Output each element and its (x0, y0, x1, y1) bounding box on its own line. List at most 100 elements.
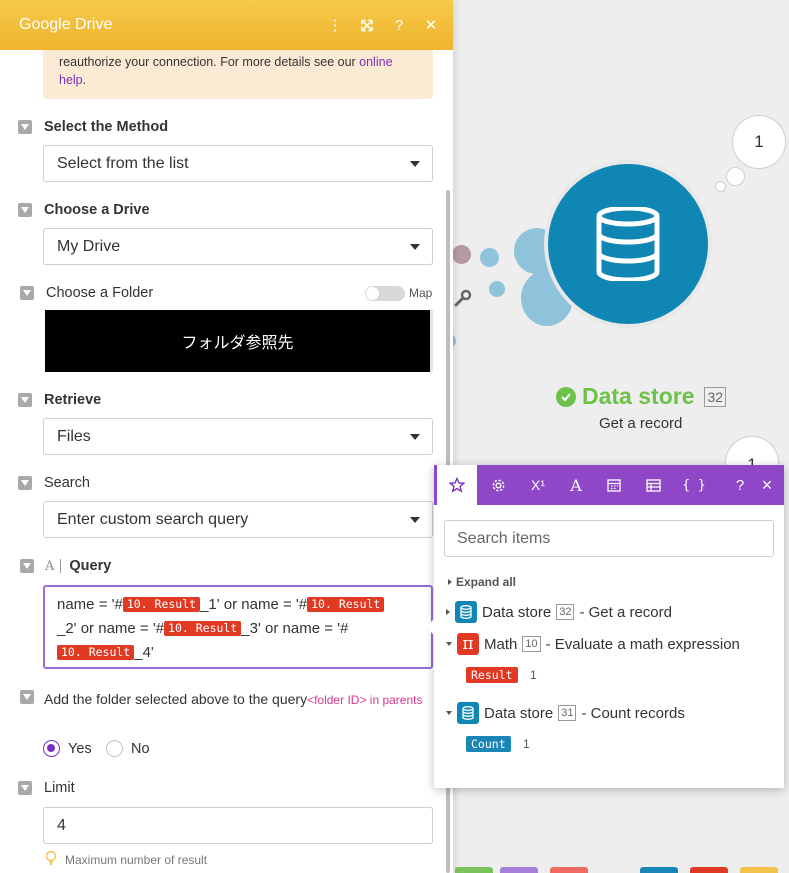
result-value: 1 (530, 668, 537, 682)
mapped-value-pill[interactable]: 10. Result (122, 597, 201, 612)
query-input[interactable]: name = '# 10. Result _1' or name = '# 10. R… (43, 585, 433, 669)
superscript-tab[interactable]: X¹ (518, 465, 558, 505)
yes-radio[interactable] (43, 740, 60, 757)
connector-dot (480, 248, 499, 267)
add-folder-hint: <folder ID> in parents (307, 693, 423, 707)
mapped-value-pill[interactable]: 10. Result (57, 645, 135, 660)
star-tab[interactable] (437, 465, 477, 505)
toolbar-chip[interactable] (640, 867, 678, 873)
add-folder-text: Add the folder selected above to the que… (44, 691, 308, 707)
limit-input[interactable]: 4 (43, 807, 433, 844)
mapping-item-datastore-31[interactable]: Data store 31 - Count records (446, 702, 685, 724)
yes-label[interactable]: Yes (68, 741, 92, 757)
collapse-toggle-query[interactable] (20, 559, 34, 573)
folder-picker[interactable]: フォルダ参照先 (45, 310, 430, 372)
table-tab[interactable] (634, 465, 672, 505)
collapse-toggle-method[interactable] (18, 120, 32, 134)
limit-label: Limit (44, 780, 75, 796)
collapse-toggle-add-folder[interactable] (20, 690, 34, 704)
limit-help: Maximum number of result (45, 850, 207, 868)
expand-all-label: Expand all (456, 575, 517, 589)
no-label[interactable]: No (131, 741, 150, 757)
module-subtitle: Get a record (599, 415, 683, 432)
notice-end: . (82, 73, 87, 87)
search-value: Enter custom search query (57, 510, 249, 528)
toolbar-chip[interactable] (740, 867, 778, 873)
mapping-item-math-10[interactable]: π Math 10 - Evaluate a math expression (446, 633, 740, 655)
module-settings-panel: Google Drive ⋮ ? ✕ reauthorize your conn… (0, 0, 453, 873)
expand-all-toggle[interactable]: Expand all (448, 575, 516, 589)
help-icon[interactable]: ? (728, 465, 752, 505)
close-icon[interactable]: × (756, 465, 778, 505)
count-value: 1 (523, 737, 530, 751)
braces-tab[interactable]: { } (674, 465, 714, 505)
query-text: _4' (134, 644, 154, 661)
datastore-module[interactable] (548, 164, 708, 324)
mapping-item-datastore-32[interactable]: Data store 32 - Get a record (446, 601, 672, 623)
collapse-toggle-drive[interactable] (18, 203, 32, 217)
close-icon[interactable]: ✕ (425, 16, 438, 34)
notice-text: reauthorize your connection. For more de… (59, 55, 360, 69)
help-icon[interactable]: ? (393, 17, 405, 34)
pi-icon: π (457, 633, 479, 655)
query-text: _3' or name = '# (241, 620, 349, 637)
toggle-knob (366, 287, 379, 300)
result-chip[interactable]: Result (466, 667, 518, 683)
count-chip[interactable]: Count (466, 736, 511, 752)
no-radio[interactable] (106, 740, 123, 757)
query-text: _2' or name = '# (57, 620, 165, 637)
search-placeholder: Search items (457, 529, 551, 547)
wrench-icon[interactable] (453, 288, 473, 313)
item-name: Math (484, 635, 518, 653)
collapse-toggle-limit[interactable] (18, 781, 32, 795)
toolbar-chip[interactable] (455, 867, 493, 873)
gear-tab[interactable] (480, 465, 516, 505)
drive-select[interactable]: My Drive (43, 228, 433, 265)
thought-dot (715, 181, 726, 192)
triangle-down-icon (446, 642, 452, 646)
toolbar-chip[interactable] (690, 867, 728, 873)
table-icon (645, 478, 661, 492)
item-desc: - Get a record (579, 603, 672, 621)
item-number: 32 (556, 604, 575, 620)
query-label-row: A Query (45, 558, 111, 574)
retrieve-select[interactable]: Files (43, 418, 433, 455)
toolbar-chip[interactable] (500, 867, 538, 873)
database-icon (455, 601, 477, 623)
folder-value: フォルダ参照先 (181, 335, 294, 352)
query-text: name = '# (57, 596, 123, 613)
operations-count: 1 (754, 132, 764, 151)
check-icon (556, 386, 576, 407)
collapse-toggle-retrieve[interactable] (18, 393, 32, 407)
mapped-value-pill[interactable]: 10. Result (164, 621, 242, 636)
expand-icon[interactable] (361, 19, 373, 32)
method-select[interactable]: Select from the list (43, 145, 433, 182)
map-toggle[interactable] (365, 286, 405, 301)
triangle-down-icon (446, 711, 452, 715)
calendar-icon (607, 479, 621, 492)
calendar-tab[interactable] (596, 465, 632, 505)
triangle-right-icon (446, 609, 450, 615)
collapse-toggle-search[interactable] (18, 476, 32, 490)
retrieve-label: Retrieve (44, 392, 102, 408)
module-number: 32 (704, 386, 727, 407)
mapping-search-input[interactable]: Search items (444, 520, 774, 557)
more-options-icon[interactable]: ⋮ (328, 16, 343, 34)
operations-count-bubble[interactable]: 1 (732, 115, 786, 169)
item-number: 31 (558, 705, 577, 721)
lightbulb-icon (45, 850, 57, 868)
toolbar-chip[interactable] (550, 867, 588, 873)
drive-value: My Drive (57, 237, 121, 255)
database-icon (596, 207, 660, 281)
database-icon (457, 702, 479, 724)
mapped-value-pill[interactable]: 10. Result (307, 597, 385, 612)
mapping-panel: X¹ A { } ? × Search items Expand all Dat… (426, 465, 784, 788)
folder-label: Choose a Folder (46, 285, 154, 301)
add-folder-label: Add the folder selected above to the que… (44, 689, 424, 711)
module-label: Data store 32 (556, 383, 727, 410)
text-tab[interactable]: A (558, 465, 594, 505)
search-select[interactable]: Enter custom search query (43, 501, 433, 538)
folder-picker-edge (430, 310, 433, 372)
text-type-icon: A (45, 558, 55, 574)
collapse-toggle-folder[interactable] (20, 286, 34, 300)
